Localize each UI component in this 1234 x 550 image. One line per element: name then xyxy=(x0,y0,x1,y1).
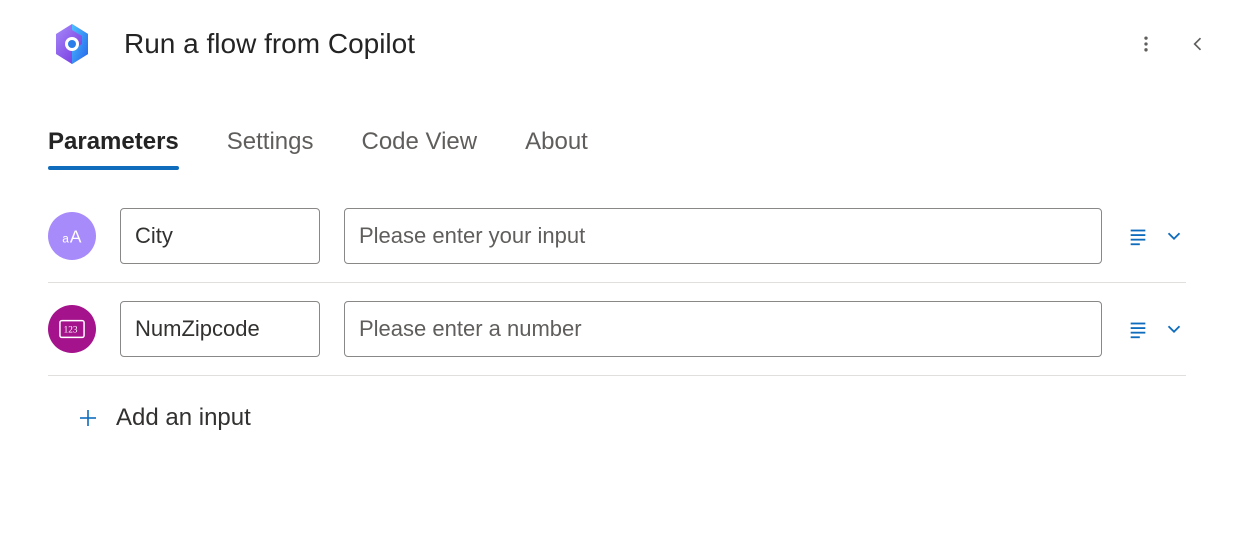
panel-header: Run a flow from Copilot xyxy=(0,20,1234,88)
parameter-name-input[interactable] xyxy=(120,208,320,264)
plus-icon xyxy=(76,406,100,430)
parameter-row: 123 xyxy=(48,283,1186,376)
header-actions xyxy=(1134,32,1210,56)
collapse-panel-icon[interactable] xyxy=(1186,32,1210,56)
panel-title: Run a flow from Copilot xyxy=(124,28,1134,60)
tab-about[interactable]: About xyxy=(525,128,588,168)
parameter-rows: a A 123 xyxy=(0,168,1234,376)
tab-code-view[interactable]: Code View xyxy=(361,128,477,168)
parameter-row: a A xyxy=(48,208,1186,283)
parameter-value-input[interactable] xyxy=(344,208,1102,264)
add-input-button[interactable]: Add an input xyxy=(48,376,1186,432)
tab-bar: Parameters Settings Code View About xyxy=(0,88,1234,168)
text-type-icon: a A xyxy=(48,212,96,260)
list-options-icon[interactable] xyxy=(1126,317,1150,341)
add-input-label: Add an input xyxy=(116,404,251,432)
row-actions xyxy=(1126,224,1186,248)
more-options-icon[interactable] xyxy=(1134,32,1158,56)
parameter-name-input[interactable] xyxy=(120,301,320,357)
svg-text:a: a xyxy=(62,232,69,246)
row-actions xyxy=(1126,317,1186,341)
svg-text:123: 123 xyxy=(64,326,78,336)
trigger-config-panel: Run a flow from Copilot Parameters Setti… xyxy=(0,0,1234,432)
chevron-down-icon[interactable] xyxy=(1162,317,1186,341)
tab-parameters[interactable]: Parameters xyxy=(48,128,179,168)
list-options-icon[interactable] xyxy=(1126,224,1150,248)
number-type-icon: 123 xyxy=(48,305,96,353)
svg-text:A: A xyxy=(70,227,82,247)
parameter-value-input[interactable] xyxy=(344,301,1102,357)
chevron-down-icon[interactable] xyxy=(1162,224,1186,248)
copilot-logo-icon xyxy=(48,20,96,68)
tab-settings[interactable]: Settings xyxy=(227,128,314,168)
